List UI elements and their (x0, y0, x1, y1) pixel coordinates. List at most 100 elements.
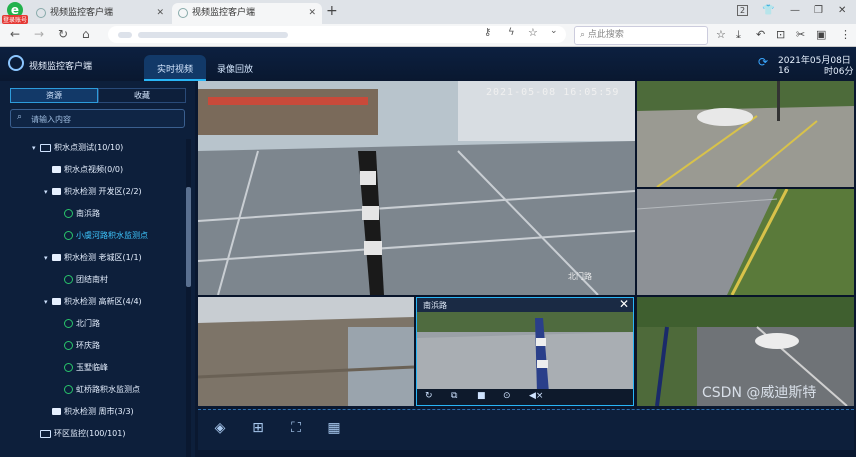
tree-node[interactable]: 小虞河路积水监测点 (56, 229, 148, 243)
layers-icon[interactable]: ◈ (210, 418, 230, 438)
forward-icon[interactable]: → (34, 27, 44, 41)
video-cell-selected[interactable]: 南浜路 ✕ ↻ ⧉ ■ ⊙ ◀× (416, 297, 634, 406)
grid-9-icon[interactable]: ▦ (324, 418, 344, 438)
browser-tab-bar: e 登录账号 视频监控客户端 ✕ 视频监控客户端 ✕ + 2 👕 — ❐ ✕ (0, 0, 856, 24)
game-icon[interactable]: ⊡ (776, 28, 785, 41)
refresh-icon[interactable]: ⟳ (758, 55, 768, 69)
globe-icon (36, 7, 46, 18)
folder-icon (40, 143, 51, 152)
lightning-icon[interactable]: ϟ (508, 27, 515, 38)
home-icon[interactable]: ⌂ (82, 27, 90, 41)
record-icon[interactable]: ■ (477, 391, 486, 401)
undo-icon[interactable]: ↶ (756, 28, 765, 41)
tab-resources[interactable]: 资源 (10, 88, 98, 103)
tree-node[interactable]: 环庆路 (56, 339, 100, 353)
tab-playback[interactable]: 录像回放 (212, 55, 258, 81)
tree-node[interactable]: 积水检测 周市(3/3) (44, 405, 134, 419)
tree-node[interactable]: 玉墅临峰 (56, 361, 108, 375)
video-cell-2[interactable] (637, 81, 854, 187)
fullscreen-icon[interactable]: ⛶ (286, 418, 306, 438)
minimize-icon[interactable]: — (790, 5, 800, 16)
browser-logo-icon[interactable]: e 登录账号 (2, 2, 29, 24)
video-grid: 2021-05-08 16:05:59 北门路 南浜路 ✕ ↻ ⧉ ■ ⊙ ◀× (198, 81, 854, 406)
resource-search[interactable]: ⌕ (10, 109, 185, 128)
cut-icon[interactable]: ✂ (796, 28, 805, 41)
close-tab-2-icon[interactable]: ✕ (308, 3, 316, 24)
caret-icon[interactable]: ▾ (44, 185, 52, 199)
caret-icon[interactable]: ▾ (44, 251, 52, 265)
tree-node[interactable]: ▾ 积水检测 老城区(1/1) (44, 251, 142, 265)
tree-node[interactable]: 虹桥路积水监测点 (56, 383, 140, 397)
key-icon[interactable]: ⚷ (484, 27, 491, 38)
browser-search-input[interactable]: ⌕ 点此搜索 (574, 26, 708, 45)
app-header: 视频监控客户端 实时视频 录像回放 ⟳ 2021年05月08日 16 时06分 (0, 47, 856, 81)
menu-icon[interactable]: ⋮ (840, 28, 851, 41)
scrollbar-thumb[interactable] (186, 187, 191, 287)
close-tab-1-icon[interactable]: ✕ (156, 3, 164, 24)
tree-node-label: 南浜路 (76, 209, 100, 218)
favorites-icon[interactable]: ☆ (716, 28, 726, 41)
tree-node-label: 玉墅临峰 (76, 363, 108, 372)
tree-node-label: 积水检测 老城区(1/1) (64, 253, 142, 262)
device-group-icon (52, 254, 61, 261)
tree-node-label: 积水点测试(10/10) (54, 143, 124, 152)
tree-node[interactable]: ▾ 积水检测 高新区(4/4) (44, 295, 142, 309)
tree-node[interactable]: 环区监控(100/101) (32, 427, 125, 441)
tab-count-badge[interactable]: 2 (737, 5, 749, 16)
rotate-icon[interactable]: ↻ (425, 391, 433, 401)
browser-tab-1-label: 视频监控客户端 (50, 8, 114, 18)
tree-node-label: 积水检测 周市(3/3) (64, 407, 134, 416)
tree-node[interactable]: 北门路 (56, 317, 100, 331)
caret-icon[interactable]: ▾ (44, 295, 52, 309)
tree-node[interactable]: 积水点视频(0/0) (44, 163, 123, 177)
cell-controls: ↻ ⧉ ■ ⊙ ◀× (417, 389, 633, 405)
shirt-icon[interactable]: 👕 (762, 5, 774, 16)
star-icon[interactable]: ☆ (528, 26, 538, 39)
grid-4-icon[interactable]: ⊞ (248, 418, 268, 438)
video-cell-4[interactable] (198, 297, 414, 406)
login-badge[interactable]: 登录账号 (2, 15, 29, 24)
close-icon[interactable]: ✕ (619, 298, 629, 311)
back-icon[interactable]: ← (10, 27, 20, 41)
tab-favorites[interactable]: 收藏 (98, 88, 186, 103)
video-cell-main[interactable]: 2021-05-08 16:05:59 北门路 (198, 81, 635, 295)
video-timestamp: 2021-05-08 16:05:59 (486, 87, 620, 98)
restore-icon[interactable]: ❐ (814, 5, 823, 16)
new-tab-button[interactable]: + (326, 3, 338, 19)
tree-node[interactable]: 南浜路 (56, 207, 100, 221)
camera-icon (64, 275, 73, 284)
tree-node[interactable]: 团结南村 (56, 273, 108, 287)
reload-icon[interactable]: ↻ (58, 27, 68, 41)
download-icon[interactable]: ⤓ (736, 28, 741, 42)
zoom-icon[interactable]: ⊙ (503, 391, 511, 401)
tree-node[interactable]: ▾ 积水检测 开发区(2/2) (44, 185, 142, 199)
address-bar-row: ← → ↻ ⌂ ⚷ ϟ ☆ ⌄ ⌕ 点此搜索 ☆ ⤓ ↶ ⊡ ✂ ▣ ⋮ (0, 24, 856, 47)
cell-title: 南浜路 (423, 301, 447, 310)
browser-tab-1[interactable]: 视频监控客户端 ✕ (30, 3, 170, 24)
mute-icon[interactable]: ◀× (529, 391, 543, 401)
video-cell-3[interactable] (637, 189, 854, 295)
chevron-down-icon[interactable]: ⌄ (550, 26, 558, 36)
caret-icon[interactable]: ▾ (32, 141, 40, 155)
close-window-icon[interactable]: ✕ (838, 5, 846, 16)
cell-title-bar: 南浜路 ✕ (417, 298, 633, 312)
snapshot-icon[interactable]: ⧉ (451, 391, 457, 401)
briefcase-icon[interactable]: ▣ (816, 28, 826, 41)
tree-node-label: 积水检测 高新区(4/4) (64, 297, 142, 306)
app-logo-icon (8, 55, 24, 71)
browser-tab-2[interactable]: 视频监控客户端 ✕ (172, 3, 322, 24)
url-field[interactable]: ⚷ ϟ ☆ ⌄ (108, 26, 566, 43)
video-location-label: 北门路 (568, 272, 592, 281)
tree-node-label: 环庆路 (76, 341, 100, 350)
tab-live-video[interactable]: 实时视频 (144, 55, 206, 81)
watermark: CSDN @威迪斯特 (702, 385, 817, 401)
browser-tab-2-label: 视频监控客户端 (192, 8, 256, 18)
video-feed-3 (637, 189, 854, 295)
resource-search-input[interactable] (29, 112, 183, 126)
tree-node[interactable]: ▾ 积水点测试(10/10) (32, 141, 123, 155)
device-group-icon (52, 298, 61, 305)
tree-scrollbar[interactable] (186, 139, 191, 457)
search-icon: ⌕ (580, 30, 586, 40)
resource-sidebar: 资源 收藏 ⌕ ▾ 积水点测试(10/10) 积水点视频(0/0) ▾ 积水检测 开发区… (0, 81, 195, 457)
tree-node-label: 团结南村 (76, 275, 108, 284)
